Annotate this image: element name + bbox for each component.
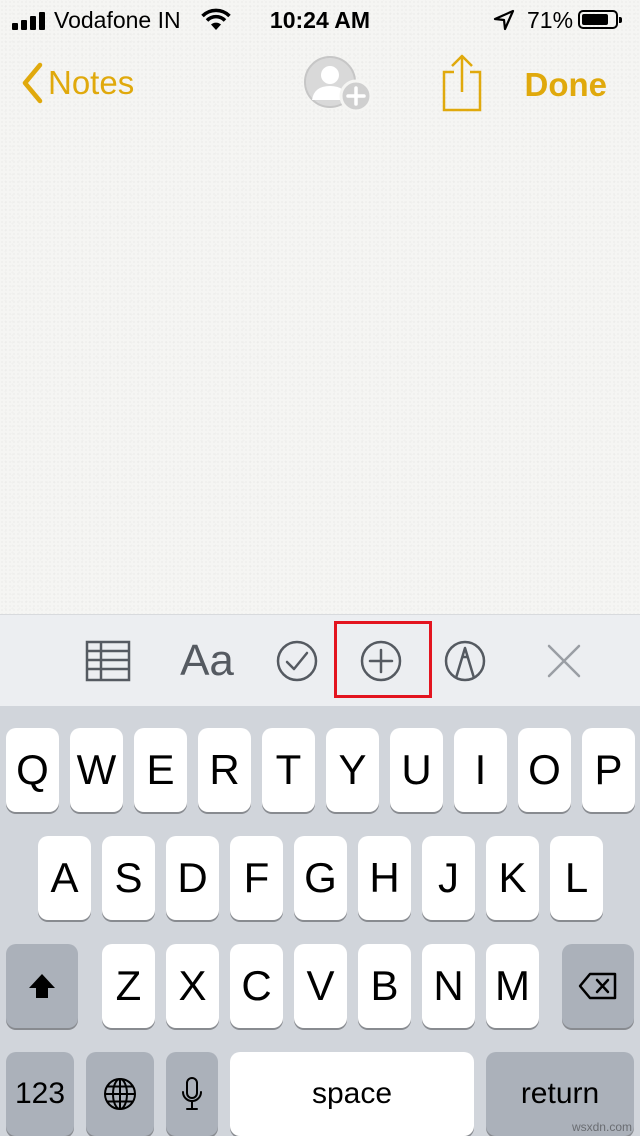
markup-button[interactable] <box>442 631 488 691</box>
backspace-icon <box>578 972 617 1000</box>
key-a[interactable]: A <box>38 836 91 920</box>
text-format-button[interactable]: Aa <box>176 631 238 691</box>
battery-icon <box>578 10 622 29</box>
delete-key[interactable] <box>562 944 634 1028</box>
format-toolbar: Aa <box>0 614 640 707</box>
watermark: wsxdn.com <box>571 1120 632 1134</box>
key-i[interactable]: I <box>454 728 507 812</box>
key-t[interactable]: T <box>262 728 315 812</box>
back-label: Notes <box>48 64 135 101</box>
location-arrow-icon <box>493 9 515 31</box>
key-j[interactable]: J <box>422 836 475 920</box>
dictation-key[interactable] <box>166 1052 218 1136</box>
status-bar: Vodafone IN 10:24 AM 71% <box>0 0 640 40</box>
key-d[interactable]: D <box>166 836 219 920</box>
highlight-box <box>334 621 432 698</box>
nav-bar: Notes Done <box>0 40 640 130</box>
close-toolbar-button[interactable] <box>542 631 586 691</box>
key-n[interactable]: N <box>422 944 475 1028</box>
globe-key[interactable] <box>86 1052 154 1136</box>
key-w[interactable]: W <box>70 728 123 812</box>
key-x[interactable]: X <box>166 944 219 1028</box>
key-s[interactable]: S <box>102 836 155 920</box>
key-q[interactable]: Q <box>6 728 59 812</box>
close-icon <box>547 644 581 678</box>
microphone-icon <box>182 1077 202 1110</box>
share-icon[interactable] <box>440 52 484 114</box>
key-m[interactable]: M <box>486 944 539 1028</box>
add-people-button[interactable] <box>300 54 374 114</box>
shift-icon <box>29 974 55 998</box>
pen-circle-icon <box>444 640 486 682</box>
key-h[interactable]: H <box>358 836 411 920</box>
back-button[interactable]: Notes <box>20 58 134 108</box>
key-k[interactable]: K <box>486 836 539 920</box>
space-key[interactable]: space <box>230 1052 474 1136</box>
key-u[interactable]: U <box>390 728 443 812</box>
numbers-key[interactable]: 123 <box>6 1052 74 1136</box>
key-v[interactable]: V <box>294 944 347 1028</box>
shift-key[interactable] <box>6 944 78 1028</box>
battery-percent: 71% <box>527 7 574 33</box>
keyboard: Q W E R T Y U I O P A S D F G H J K L Z … <box>0 706 640 1136</box>
key-b[interactable]: B <box>358 944 411 1028</box>
checklist-button[interactable] <box>274 631 320 691</box>
key-o[interactable]: O <box>518 728 571 812</box>
key-z[interactable]: Z <box>102 944 155 1028</box>
key-f[interactable]: F <box>230 836 283 920</box>
key-e[interactable]: E <box>134 728 187 812</box>
chevron-left-icon <box>22 62 43 104</box>
table-button[interactable] <box>84 631 132 691</box>
table-icon <box>85 640 131 682</box>
done-button[interactable]: Done <box>525 66 608 104</box>
key-c[interactable]: C <box>230 944 283 1028</box>
key-y[interactable]: Y <box>326 728 379 812</box>
globe-icon <box>104 1078 136 1110</box>
text-format-label: Aa <box>180 636 234 685</box>
key-l[interactable]: L <box>550 836 603 920</box>
checkmark-circle-icon <box>276 640 318 682</box>
key-g[interactable]: G <box>294 836 347 920</box>
key-p[interactable]: P <box>582 728 635 812</box>
key-r[interactable]: R <box>198 728 251 812</box>
